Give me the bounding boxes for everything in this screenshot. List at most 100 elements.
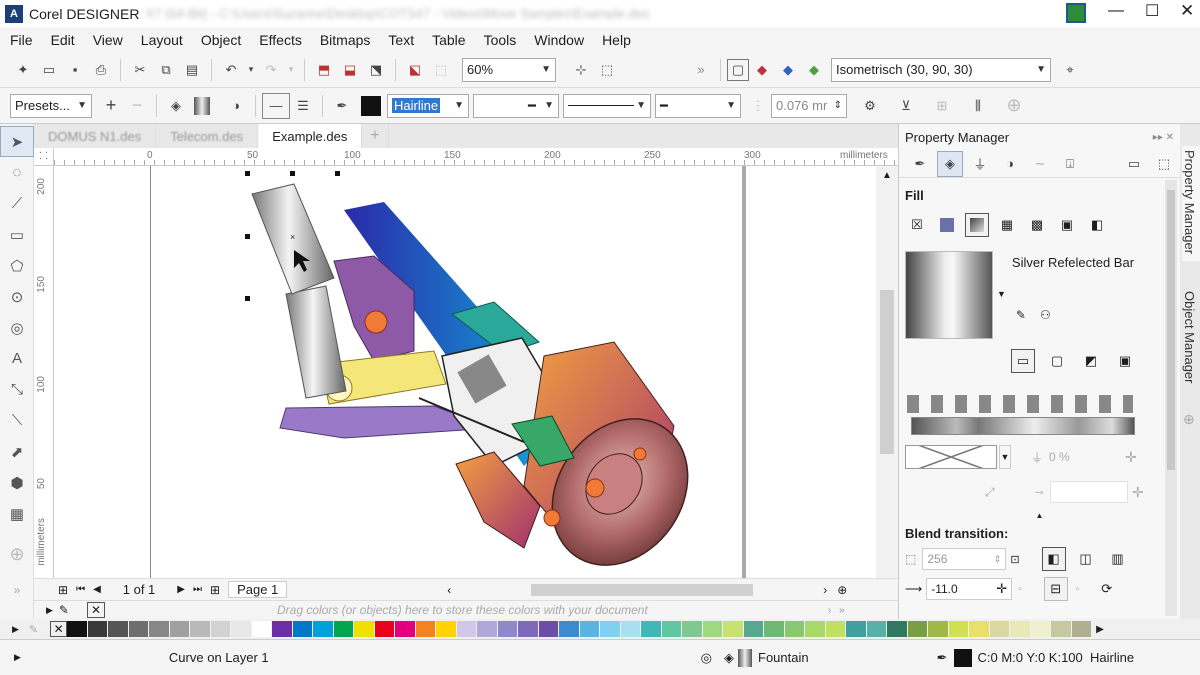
hub-bolt[interactable]	[585, 478, 605, 498]
no-fill-icon[interactable]: ☒	[905, 213, 929, 237]
tab-example[interactable]: Example.des	[258, 124, 363, 148]
color-swatch[interactable]	[948, 621, 970, 637]
texture-fill-icon[interactable]: ▩	[1025, 213, 1049, 237]
color-swatch[interactable]	[907, 621, 929, 637]
menu-object[interactable]: Object	[192, 32, 250, 48]
rotate-icon[interactable]: ⟳	[1101, 581, 1112, 597]
color-swatch[interactable]	[559, 621, 580, 637]
add-page-after-icon[interactable]: ⊞	[210, 583, 220, 597]
cube-blue-icon[interactable]: ◆	[775, 57, 801, 83]
elliptical-fountain-icon[interactable]: ▢	[1045, 349, 1069, 373]
technical-illustration[interactable]: ×	[54, 166, 876, 578]
remove-preset-icon[interactable]: −	[124, 93, 150, 119]
table-tool-icon[interactable]: ▦	[0, 498, 34, 529]
corel-connect-icon[interactable]: ⬚	[428, 57, 454, 83]
pen-outline-icon[interactable]: ✒	[329, 93, 355, 119]
color-swatch[interactable]	[1051, 621, 1072, 637]
maximize-button[interactable]: ☐	[1145, 1, 1159, 21]
add-tool-icon[interactable]: ⊕	[0, 539, 34, 570]
color-swatch[interactable]	[661, 621, 683, 637]
tab-property-manager[interactable]: Property Manager	[1182, 146, 1200, 262]
paste-icon[interactable]: ▤	[179, 57, 205, 83]
fill-preview-dropdown-icon[interactable]: ▼	[997, 289, 1006, 299]
color-swatch[interactable]	[333, 621, 355, 637]
color-swatch[interactable]	[313, 621, 334, 637]
curve-tab-icon[interactable]: ∼	[1027, 151, 1053, 177]
smooth-blend-icon[interactable]: ▫	[1076, 584, 1080, 595]
line-icon[interactable]: —	[262, 92, 290, 119]
transparency-icon[interactable]: ◑	[223, 93, 249, 119]
gradient-blend-preview[interactable]	[905, 445, 997, 469]
next-page-icon[interactable]: ▶	[177, 584, 185, 595]
angle-options-icon[interactable]: ▫	[1018, 584, 1022, 595]
zoom-level-combo[interactable]: 60% ▼	[462, 57, 556, 82]
color-swatch[interactable]	[497, 621, 519, 637]
color-swatch[interactable]	[128, 621, 150, 637]
undo-icon[interactable]: ↶	[218, 57, 244, 83]
presets-combo[interactable]: Presets... ▼	[10, 93, 92, 118]
color-swatch[interactable]	[272, 621, 293, 637]
gradient-stops-row[interactable]	[907, 395, 1133, 413]
close-button[interactable]: ✕	[1180, 1, 1194, 21]
color-swatch[interactable]	[1071, 621, 1093, 637]
color-swatch[interactable]	[1010, 621, 1031, 637]
pick-tool-icon[interactable]: ➤	[0, 126, 34, 157]
menu-table[interactable]: Table	[423, 32, 474, 48]
cube-green-icon[interactable]: ◆	[801, 57, 827, 83]
color-swatch[interactable]	[538, 621, 560, 637]
color-swatch[interactable]	[866, 621, 888, 637]
transparency-tab-icon[interactable]: ⏚	[967, 151, 993, 177]
color-swatch[interactable]	[108, 621, 129, 637]
horizontal-ruler[interactable]: 0 50 100 150 200 250 300 millimeters	[54, 148, 898, 166]
blend-preview-dropdown-icon[interactable]: ▼	[999, 445, 1011, 469]
rectangular-fountain-icon[interactable]: ▣	[1113, 349, 1137, 373]
undo-dropdown-icon[interactable]: ▾	[244, 57, 258, 83]
color-swatch[interactable]	[477, 621, 498, 637]
selection-handle[interactable]	[245, 234, 250, 239]
color-swatch[interactable]	[784, 621, 806, 637]
add-docker-icon[interactable]: ⊕	[1183, 411, 1200, 428]
end-arrow-combo[interactable]: ━ ▼	[655, 93, 741, 118]
menu-edit[interactable]: Edit	[42, 32, 84, 48]
color-swatch[interactable]	[149, 621, 170, 637]
minimize-button[interactable]: —	[1108, 2, 1124, 20]
color-swatch[interactable]	[600, 621, 621, 637]
menu-window[interactable]: Window	[525, 32, 593, 48]
bolt[interactable]	[364, 310, 388, 334]
welcome-icon[interactable]	[1066, 3, 1086, 23]
panel-scroll-thumb[interactable]	[1167, 190, 1175, 470]
line-style-icon[interactable]: ☰	[290, 93, 316, 119]
crop-tool-icon[interactable]: ▭	[0, 219, 34, 250]
cube-red-icon[interactable]: ◆	[749, 57, 775, 83]
page-tab[interactable]: Page 1	[228, 581, 288, 598]
steps-field[interactable]: 256 ⇕	[922, 548, 1007, 570]
color-swatch[interactable]	[292, 621, 314, 637]
scroll-right-icon[interactable]: ›	[823, 583, 827, 597]
copy-icon[interactable]: ⧉	[153, 57, 179, 83]
align-icon[interactable]: ⊻	[893, 93, 919, 119]
color-swatch[interactable]	[251, 621, 273, 637]
gradient-bar[interactable]	[911, 417, 1135, 435]
shock-lower[interactable]	[285, 285, 347, 399]
edit-fill-icon[interactable]: ✎	[1016, 308, 1026, 322]
color-swatch[interactable]	[87, 621, 109, 637]
snap-icon[interactable]: ⊞	[929, 93, 955, 119]
fill-bucket-icon[interactable]: ◈	[163, 93, 189, 119]
panel-controls[interactable]: ▸▸ ✕	[1153, 132, 1174, 143]
conical-fountain-icon[interactable]: ◩	[1079, 349, 1103, 373]
redo-icon[interactable]: ↷	[258, 57, 284, 83]
blend-linear-icon[interactable]: ◧	[1041, 547, 1066, 571]
blend-repeat-icon[interactable]: ▥	[1106, 547, 1130, 571]
vertical-scrollbar[interactable]: ▲	[876, 166, 898, 578]
color-swatch[interactable]	[579, 621, 601, 637]
apply-tab-icon[interactable]: ⬚	[1151, 151, 1177, 177]
frame-tab-icon[interactable]: ▭	[1121, 151, 1147, 177]
color-swatch[interactable]	[354, 621, 375, 637]
color-swatch[interactable]	[415, 621, 437, 637]
palette-expand-icon[interactable]: »	[839, 605, 845, 616]
palette-scroll-right-icon[interactable]: ▶	[1096, 624, 1104, 635]
color-swatch[interactable]	[210, 621, 232, 637]
panel-scrollbar[interactable]	[1165, 180, 1177, 616]
more-tools-icon[interactable]: »	[688, 57, 714, 83]
postscript-fill-icon[interactable]: ▣	[1055, 213, 1079, 237]
